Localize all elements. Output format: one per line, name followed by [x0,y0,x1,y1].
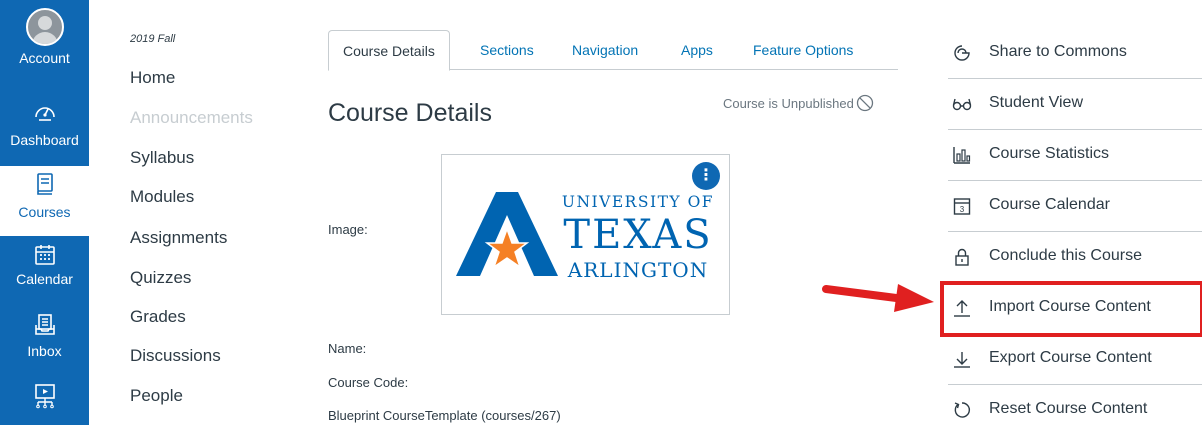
course-nav-grades[interactable]: Grades [130,307,186,327]
calendar-nav-label: Calendar [16,271,73,287]
svg-text:3: 3 [960,205,965,214]
dashboard-gauge-icon [34,107,55,121]
course-statistics-button[interactable]: Course Statistics [948,130,1202,181]
glasses-icon [952,98,972,111]
courses-nav-item[interactable]: Courses [0,166,89,236]
reset-icon [954,402,971,418]
image-options-button[interactable]: ⋮ [692,162,720,190]
publish-status-text: Course is Unpublished [723,96,854,111]
commons-nav-item[interactable] [0,383,89,423]
tab-apps[interactable]: Apps [681,30,713,70]
dashboard-nav-item[interactable]: Dashboard [0,100,89,160]
avatar [25,8,64,46]
course-nav-modules[interactable]: Modules [130,187,194,207]
inbox-nav-label: Inbox [27,343,62,359]
lock-icon [955,248,969,266]
name-label: Name: [328,341,367,356]
tab-course-details[interactable]: Course Details [328,30,450,71]
inbox-nav-item[interactable]: Inbox [0,313,89,373]
conclude-course-button[interactable]: Conclude this Course [948,232,1202,283]
course-nav-syllabus[interactable]: Syllabus [130,148,194,168]
share-to-commons-label: Share to Commons [989,43,1127,60]
term-label: 2019 Fall [130,33,176,45]
settings-tabs: Course Details Sections Navigation Apps … [328,30,898,71]
course-nav-quizzes[interactable]: Quizzes [130,268,191,288]
account-nav-item[interactable]: Account [0,8,89,88]
global-navigation: Account Dashboard Courses Calendar Inbox [0,0,89,425]
book-icon [36,173,53,195]
uta-logo: UNIVERSITY OF TEXAS ARLINGTON [456,192,714,282]
reset-course-content-button[interactable]: Reset Course Content [948,385,1202,425]
export-course-content-label: Export Course Content [989,349,1152,366]
tab-feature-options[interactable]: Feature Options [753,30,853,70]
course-nav-announcements[interactable]: Announcements [130,108,253,128]
course-code-label: Course Code: [328,375,409,390]
reset-course-content-label: Reset Course Content [989,400,1148,417]
student-view-button[interactable]: Student View [948,79,1202,130]
course-calendar-label: Course Calendar [989,196,1110,213]
unpublished-icon [856,94,873,112]
course-image[interactable]: UNIVERSITY OF TEXAS ARLINGTON [441,154,730,315]
download-icon [954,352,970,368]
statistics-icon [953,147,971,164]
account-nav-label: Account [19,50,70,66]
commons-monitor-icon [34,384,55,409]
page-title: Course Details [328,99,492,127]
tab-navigation[interactable]: Navigation [572,30,638,70]
share-icon [954,45,970,61]
dashboard-nav-label: Dashboard [10,132,79,148]
calendar-nav-item[interactable]: Calendar [0,244,89,304]
student-view-label: Student View [989,94,1083,111]
tab-sections[interactable]: Sections [480,30,534,70]
export-course-content-button[interactable]: Export Course Content [948,334,1202,385]
course-statistics-label: Course Statistics [989,145,1110,162]
inbox-icon [34,314,55,335]
logo-line-3: ARLINGTON [567,258,708,282]
publish-status: Course is Unpublished [723,94,874,112]
course-nav-home[interactable]: Home [130,68,175,88]
logo-line-1: UNIVERSITY OF [562,193,714,211]
annotation-arrow-icon [822,284,934,312]
course-nav-assignments[interactable]: Assignments [130,228,227,248]
import-highlight-box [940,281,1202,337]
calendar-icon [34,245,55,265]
blueprint-info: Blueprint CourseTemplate (courses/267) [328,408,561,423]
image-label: Image: [328,222,368,237]
courses-nav-label: Courses [18,204,71,220]
conclude-course-label: Conclude this Course [989,247,1142,264]
course-calendar-button[interactable]: 3 Course Calendar [948,181,1202,232]
share-to-commons-button[interactable]: Share to Commons [948,28,1202,79]
course-nav-people[interactable]: People [130,386,183,406]
logo-line-2: TEXAS [563,212,712,258]
calendar-icon: 3 [953,198,971,215]
course-nav-discussions[interactable]: Discussions [130,346,221,366]
